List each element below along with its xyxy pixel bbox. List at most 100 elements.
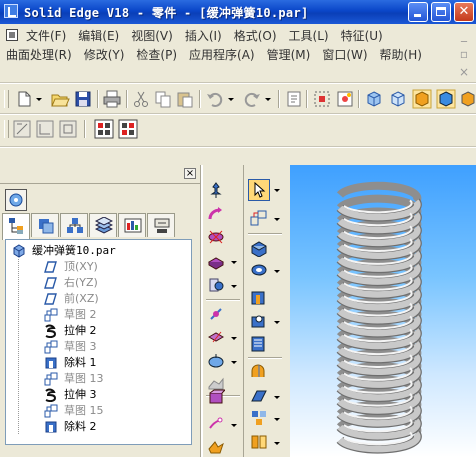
shaded-edges-view-icon[interactable] <box>436 89 456 109</box>
mdi-restore-button[interactable]: ▫ <box>458 48 470 60</box>
cutout-command-icon[interactable] <box>250 289 268 307</box>
mirror-command-dropdown-icon[interactable] <box>274 442 280 445</box>
edgebar-close-button[interactable] <box>184 168 196 179</box>
pattern-command-icon[interactable] <box>250 409 268 427</box>
profile-tool-icon[interactable] <box>35 119 55 139</box>
pattern-tool-icon[interactable] <box>94 119 114 139</box>
new-dropdown-icon[interactable] <box>36 98 42 101</box>
select-box-icon[interactable] <box>312 89 332 109</box>
hole-command-icon[interactable] <box>250 312 268 330</box>
open-folder-icon[interactable] <box>50 89 70 109</box>
close-button[interactable]: ✕ <box>454 2 474 22</box>
redo-dropdown-icon[interactable] <box>265 98 271 101</box>
chamfer-feature-icon[interactable] <box>207 328 225 346</box>
sketch-dropdown-icon[interactable] <box>274 218 280 221</box>
hole-dropdown-icon[interactable] <box>231 285 237 288</box>
hole-command-dropdown-icon[interactable] <box>274 321 280 324</box>
chamfer-command-icon[interactable] <box>250 387 268 405</box>
tab-simplify[interactable] <box>147 213 175 237</box>
tab-feature-pathfinder[interactable] <box>2 213 30 240</box>
feature-pathfinder-tree[interactable]: 缓冲弹簧10.par 顶(XY) 右(YZ) 前(XZ) 草图 2 拉伸 2 草… <box>5 239 192 445</box>
menu-insert[interactable]: 插入(I) <box>179 27 228 44</box>
tab-family-of-parts[interactable] <box>60 213 88 237</box>
wireframe-view-icon[interactable] <box>388 89 408 109</box>
cutout-icon <box>45 421 57 433</box>
mirror-feature-icon[interactable] <box>207 437 225 455</box>
edgebar-tabs <box>2 213 176 240</box>
pattern-feature-icon[interactable] <box>207 389 225 407</box>
protrusion-icon[interactable] <box>250 239 268 257</box>
menu-edit[interactable]: 编辑(E) <box>72 27 125 44</box>
pattern-command-dropdown-icon[interactable] <box>274 418 280 421</box>
maximize-button[interactable] <box>431 2 451 22</box>
menu-modify[interactable]: 修改(Y) <box>78 46 131 63</box>
cutout-dropdown-icon[interactable] <box>231 261 237 264</box>
cut-icon[interactable] <box>131 89 151 109</box>
print-icon[interactable] <box>102 89 122 109</box>
draft-feature-icon[interactable] <box>207 352 225 370</box>
document-icon[interactable] <box>6 29 18 41</box>
sketch-icon <box>44 308 58 322</box>
mirror-command-icon[interactable] <box>250 433 268 451</box>
menu-format[interactable]: 格式(O) <box>228 27 283 44</box>
shaded-visible-edges-icon[interactable] <box>458 89 476 109</box>
shaded-view-icon[interactable] <box>412 89 432 109</box>
new-file-icon[interactable] <box>14 89 34 109</box>
menu-surfacing[interactable]: 曲面处理(R) <box>0 46 78 63</box>
round-feature-icon[interactable] <box>207 305 225 323</box>
undo-icon[interactable] <box>205 89 225 109</box>
toolbar-grip[interactable] <box>4 90 9 108</box>
paste-icon[interactable] <box>175 89 195 109</box>
menu-view[interactable]: 视图(V) <box>125 27 179 44</box>
graphics-window[interactable] <box>290 165 476 457</box>
rib-feature-icon[interactable] <box>207 415 225 433</box>
thread-command-icon[interactable] <box>250 335 268 353</box>
layout-tool-icon[interactable] <box>58 119 78 139</box>
hole-feature-icon[interactable] <box>207 276 225 294</box>
rib-dropdown-icon[interactable] <box>231 424 237 427</box>
iso-view-icon[interactable] <box>364 89 384 109</box>
menu-features[interactable]: 特征(U) <box>335 27 389 44</box>
menu-manage[interactable]: 管理(M) <box>261 46 317 63</box>
select-dropdown-icon[interactable] <box>274 189 280 192</box>
properties-icon[interactable] <box>284 89 304 109</box>
revolved-protrusion-icon[interactable] <box>250 261 268 279</box>
tab-feature-library[interactable] <box>31 213 59 237</box>
pin-icon[interactable] <box>207 181 225 199</box>
extrude-feature-icon[interactable] <box>207 205 225 223</box>
menu-applications[interactable]: 应用程序(A) <box>183 46 261 63</box>
menu-tools[interactable]: 工具(L) <box>283 27 335 44</box>
round-command-icon[interactable] <box>250 363 268 381</box>
spring-3d-model[interactable] <box>290 165 476 457</box>
sketch-command-icon[interactable] <box>250 209 268 227</box>
draft-dropdown-icon[interactable] <box>231 361 237 364</box>
pathfinder-options-icon[interactable] <box>5 189 27 211</box>
extrude-icon <box>45 388 57 402</box>
menu-inspect[interactable]: 检查(P) <box>130 46 183 63</box>
toolbar-separator <box>358 90 360 108</box>
redo-icon[interactable] <box>242 89 262 109</box>
mirror-tool-icon[interactable] <box>118 119 138 139</box>
toolbar-grip[interactable] <box>4 120 9 138</box>
sketch-tool-icon[interactable] <box>12 119 32 139</box>
view-options-icon[interactable] <box>335 89 355 109</box>
revolve-feature-icon[interactable] <box>207 228 225 246</box>
chamfer-dropdown-icon[interactable] <box>231 337 237 340</box>
solid-edge-app-icon[interactable] <box>4 4 18 18</box>
chamfer-command-dropdown-icon[interactable] <box>274 396 280 399</box>
copy-icon[interactable] <box>153 89 173 109</box>
menu-file[interactable]: 文件(F) <box>20 27 72 44</box>
cutout-feature-icon[interactable] <box>207 252 225 270</box>
save-icon[interactable] <box>73 89 93 109</box>
mdi-minimize-button[interactable]: _ <box>458 29 470 41</box>
revolve-dropdown-icon[interactable] <box>274 270 280 273</box>
menu-window[interactable]: 窗口(W) <box>316 46 373 63</box>
select-tool-button[interactable] <box>248 179 270 201</box>
tab-layers[interactable] <box>89 213 117 237</box>
mdi-close-button[interactable]: × <box>458 66 470 78</box>
undo-dropdown-icon[interactable] <box>228 98 234 101</box>
tab-sensors[interactable] <box>118 213 146 237</box>
minimize-button[interactable] <box>408 2 428 22</box>
menu-help[interactable]: 帮助(H) <box>374 46 428 63</box>
tree-item-label: 除料 1 <box>64 356 97 369</box>
